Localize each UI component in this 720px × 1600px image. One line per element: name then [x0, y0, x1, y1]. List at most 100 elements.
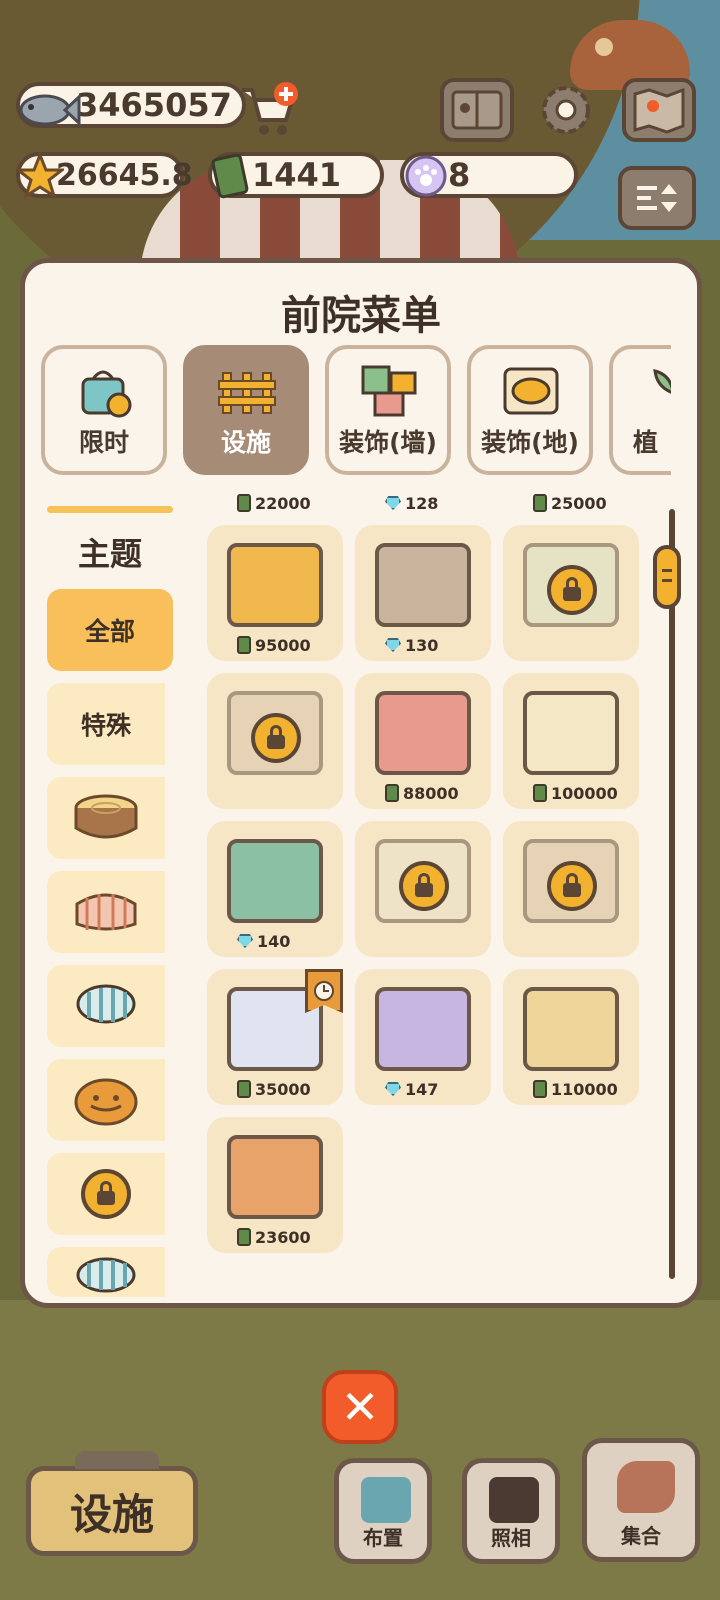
shop-item-cell[interactable]: 100000 [503, 673, 639, 809]
item-artwork [375, 691, 471, 775]
gem-icon [385, 496, 401, 510]
item-price: 147 [385, 1077, 438, 1101]
tab-label: 装饰(墙) [339, 428, 437, 457]
item-artwork [375, 543, 471, 627]
sort-toggle-button[interactable] [618, 166, 696, 230]
item-scrollbar-track[interactable] [669, 509, 675, 1279]
sidebar-item-plaid-table[interactable] [47, 871, 165, 953]
tab-plants[interactable]: 植 [609, 345, 671, 475]
shop-item-cell[interactable]: 23600 [207, 1117, 343, 1253]
shop-item-cell[interactable]: 95000 [207, 525, 343, 661]
close-icon: ✕ [340, 1380, 380, 1434]
close-button[interactable]: ✕ [322, 1370, 398, 1444]
front-yard-menu-panel: 前院菜单 限时 设施 装饰(墙) 装饰(地) 植 主题 全部 特殊 22000 … [20, 258, 702, 1308]
facilities-main-label: 设施 [69, 1489, 154, 1539]
item-price: 110000 [533, 1077, 618, 1101]
striped-basket-icon [76, 1257, 136, 1293]
shop-cart-button[interactable] [236, 78, 300, 142]
sidebar-item-striped-stool[interactable] [47, 965, 165, 1047]
clock-icon [305, 969, 343, 1013]
lock-icon [399, 861, 449, 911]
gem-icon [237, 934, 253, 948]
album-book-button[interactable] [440, 78, 514, 142]
sidebar-item-striped-basket[interactable] [47, 1247, 165, 1297]
sidebar-item-special[interactable]: 特殊 [47, 683, 165, 765]
shop-item-cell[interactable] [503, 525, 639, 661]
item-artwork [523, 691, 619, 775]
shop-item-cell[interactable]: 110000 [503, 969, 639, 1105]
book-icon [451, 90, 503, 130]
tab-decor-wall[interactable]: 装饰(墙) [325, 345, 451, 475]
sidebar-item-tree-stump[interactable] [47, 777, 165, 859]
photo-button[interactable]: 照相 [462, 1458, 560, 1564]
gear-icon [542, 86, 590, 134]
item-price: 140 [237, 929, 290, 953]
tab-decor-floor[interactable]: 装饰(地) [467, 345, 593, 475]
plaid-table-icon [75, 893, 137, 931]
tab-label: 限时 [78, 428, 129, 457]
item-price: 25000 [533, 491, 607, 515]
whistle-icon [617, 1461, 675, 1513]
cash-icon [533, 494, 547, 512]
floor-rug-icon [503, 367, 559, 415]
item-artwork [375, 987, 471, 1071]
shop-item-cell[interactable]: 140 [207, 821, 343, 957]
cash-icon [237, 1228, 251, 1246]
sidebar-item-locked[interactable] [47, 1153, 165, 1235]
sidebar-item-label: 特殊 [80, 711, 131, 740]
shop-item-cell[interactable] [355, 821, 491, 957]
cash-currency: 1441 [208, 152, 384, 199]
shop-item-cell[interactable]: 147 [355, 969, 491, 1105]
lock-icon [251, 713, 301, 763]
gather-button[interactable]: 集合 [582, 1438, 700, 1562]
cash-icon [200, 146, 260, 206]
sidebar-divider [47, 506, 173, 513]
item-artwork [227, 1135, 323, 1219]
tab-limited[interactable]: 限时 [41, 345, 167, 475]
plant-icon [653, 369, 671, 394]
cash-icon [237, 494, 251, 512]
item-price-value: 88000 [403, 783, 459, 803]
tab-label: 装饰(地) [481, 428, 579, 457]
sidebar-item-pumpkin[interactable] [47, 1059, 165, 1141]
paw-coin-icon [396, 146, 456, 206]
shop-item-cell[interactable] [207, 673, 343, 809]
map-button[interactable] [622, 78, 696, 142]
sidebar-item-all[interactable]: 全部 [47, 589, 173, 671]
fish-icon [14, 80, 84, 140]
cash-icon [533, 1080, 547, 1098]
tab-label: 设施 [220, 428, 271, 457]
star-icon [10, 146, 70, 206]
item-grid: 22000 128 25000 95000 130 88000 100000 140 35… [195, 491, 665, 1281]
tab-label: 植 [633, 428, 659, 457]
shop-item-cell[interactable] [503, 821, 639, 957]
category-tabs: 限时 设施 装饰(墙) 装饰(地) 植 [41, 345, 671, 477]
arrange-label: 布置 [363, 1526, 403, 1550]
item-price-value: 35000 [255, 1079, 311, 1099]
item-artwork [227, 543, 323, 627]
item-price-value: 23600 [255, 1227, 311, 1247]
facilities-main-button[interactable]: 设施 [26, 1451, 198, 1556]
item-price: 95000 [237, 633, 311, 657]
pumpkin-icon [74, 1078, 138, 1126]
item-price: 128 [385, 491, 438, 515]
tab-facilities[interactable]: 设施 [183, 345, 309, 475]
timed-bag-icon [81, 370, 132, 418]
fence-icon [218, 372, 276, 414]
settings-button[interactable] [534, 78, 598, 142]
camera-icon [489, 1477, 539, 1523]
cash-icon [533, 784, 547, 802]
item-price-value: 95000 [255, 635, 311, 655]
item-artwork [523, 987, 619, 1071]
item-price-value: 140 [257, 931, 291, 951]
shop-item-cell[interactable]: 88000 [355, 673, 491, 809]
shop-item-cell[interactable]: 35000 [207, 969, 343, 1105]
item-price: 22000 [237, 491, 311, 515]
sidebar-title: 主题 [77, 535, 142, 573]
item-price: 35000 [237, 1077, 311, 1101]
arrange-button[interactable]: 布置 [334, 1458, 432, 1564]
striped-stool-icon [76, 984, 136, 1024]
sort-icon [637, 184, 677, 212]
sidebar-item-label: 全部 [84, 617, 135, 646]
shop-item-cell[interactable]: 130 [355, 525, 491, 661]
